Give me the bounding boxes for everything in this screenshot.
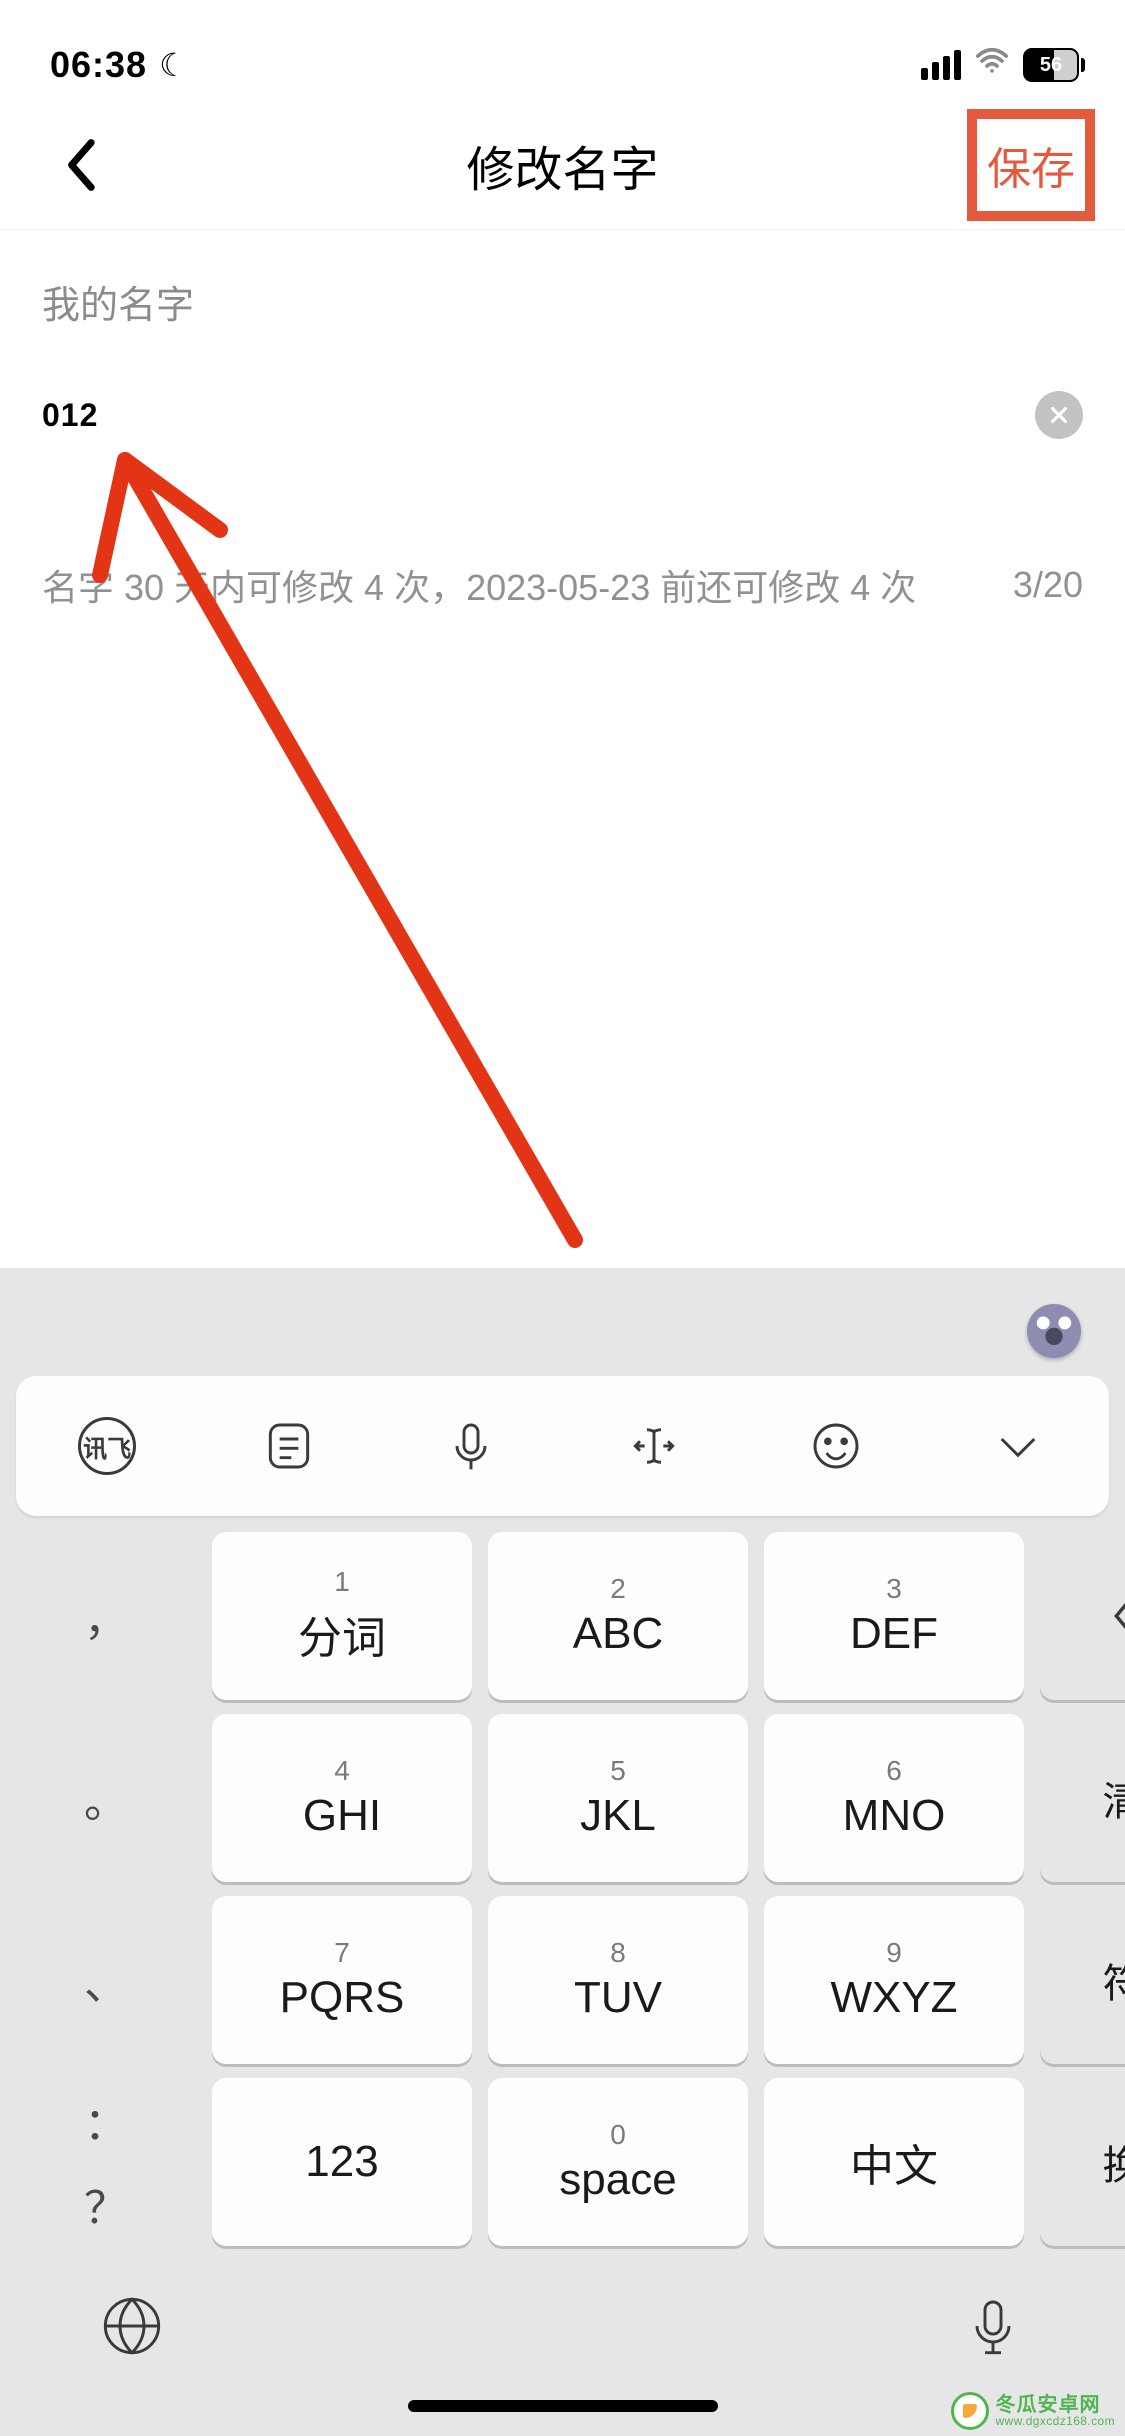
save-button[interactable]: 保存 [987, 133, 1075, 197]
char-counter: 3/20 [1013, 564, 1083, 606]
software-keyboard: 讯飞 ， 1分词 2ABC 3DEF 。 4GHI 5JKL 6MNO 清除 [0, 1268, 1125, 2436]
language-key[interactable]: 中文 [764, 2078, 1024, 2246]
page-title: 修改名字 [466, 130, 658, 200]
status-time: 06:38 [50, 44, 147, 86]
status-bar: 06:38 ☾ 56 [0, 0, 1125, 100]
ifly-engine-button[interactable]: 讯飞 [27, 1396, 187, 1496]
do-not-disturb-icon: ☾ [159, 46, 188, 84]
battery-icon: 56 [1023, 48, 1085, 82]
dictation-button[interactable] [961, 2294, 1025, 2363]
keyboard-assistant-icon[interactable] [1027, 1304, 1081, 1358]
watermark: 冬瓜安卓网 www.dgxcdz168.com [951, 2392, 1115, 2430]
keyboard-toolbar: 讯飞 [16, 1376, 1109, 1516]
space-key[interactable]: 0space [488, 2078, 748, 2246]
back-button[interactable] [40, 125, 120, 205]
key-6[interactable]: 6MNO [764, 1714, 1024, 1882]
microphone-icon [443, 1418, 499, 1474]
status-right: 56 [921, 44, 1085, 86]
watermark-url: www.dgxcdz168.com [995, 2415, 1115, 2427]
home-indicator[interactable] [408, 2400, 718, 2412]
hint-text: 名字 30 天内可修改 4 次，2023-05-23 前还可修改 4 次 [42, 559, 916, 611]
punct-key-period[interactable]: 。 [16, 1714, 196, 1882]
status-left: 06:38 ☾ [50, 44, 188, 86]
watermark-icon [951, 2392, 989, 2430]
key-1[interactable]: 1分词 [212, 1532, 472, 1700]
battery-level: 56 [1023, 48, 1079, 82]
key-5[interactable]: 5JKL [488, 1714, 748, 1882]
close-icon [1048, 404, 1070, 426]
key-8[interactable]: 8TUV [488, 1896, 748, 2064]
collapse-keyboard-button[interactable] [938, 1396, 1098, 1496]
enter-key[interactable]: 换行 [1040, 2078, 1125, 2246]
wifi-icon [975, 44, 1009, 86]
chevron-down-icon [990, 1418, 1046, 1474]
numeric-key[interactable]: 123 [212, 2078, 472, 2246]
backspace-key[interactable] [1040, 1532, 1125, 1700]
watermark-name: 冬瓜安卓网 [995, 2395, 1115, 2415]
save-highlight-box: 保存 [967, 109, 1095, 221]
key-9[interactable]: 9WXYZ [764, 1896, 1024, 2064]
input-row [42, 391, 1083, 439]
clipboard-button[interactable] [209, 1396, 369, 1496]
punct-key-pause[interactable]: 、 [16, 1896, 196, 2064]
cursor-move-button[interactable] [574, 1396, 734, 1496]
chevron-left-icon [63, 137, 97, 193]
globe-button[interactable] [100, 2294, 164, 2363]
emoji-icon [808, 1418, 864, 1474]
keyboard-grid: ， 1分词 2ABC 3DEF 。 4GHI 5JKL 6MNO 清除 、 7P… [0, 1532, 1125, 2266]
emoji-button[interactable] [756, 1396, 916, 1496]
globe-icon [100, 2294, 164, 2358]
punct-key-colon-question[interactable]: ： ？ [16, 2078, 196, 2246]
cellular-signal-icon [921, 50, 961, 80]
name-input[interactable] [42, 397, 942, 434]
name-form: 我的名字 名字 30 天内可修改 4 次，2023-05-23 前还可修改 4 … [0, 230, 1125, 611]
punct-key-comma[interactable]: ， [16, 1532, 196, 1700]
clipboard-icon [261, 1418, 317, 1474]
backspace-icon [1111, 1594, 1125, 1638]
hint-row: 名字 30 天内可修改 4 次，2023-05-23 前还可修改 4 次 3/2… [42, 559, 1083, 611]
field-label: 我的名字 [42, 274, 1083, 329]
key-4[interactable]: 4GHI [212, 1714, 472, 1882]
microphone-icon [961, 2294, 1025, 2358]
key-2[interactable]: 2ABC [488, 1532, 748, 1700]
keyboard-suggestion-strip [0, 1286, 1125, 1376]
nav-bar: 修改名字 保存 [0, 100, 1125, 230]
key-3[interactable]: 3DEF [764, 1532, 1024, 1700]
clear-key[interactable]: 清除 [1040, 1714, 1125, 1882]
clear-input-button[interactable] [1035, 391, 1083, 439]
key-7[interactable]: 7PQRS [212, 1896, 472, 2064]
text-cursor-icon [626, 1418, 682, 1474]
symbols-key[interactable]: 符号 [1040, 1896, 1125, 2064]
voice-input-button[interactable] [391, 1396, 551, 1496]
